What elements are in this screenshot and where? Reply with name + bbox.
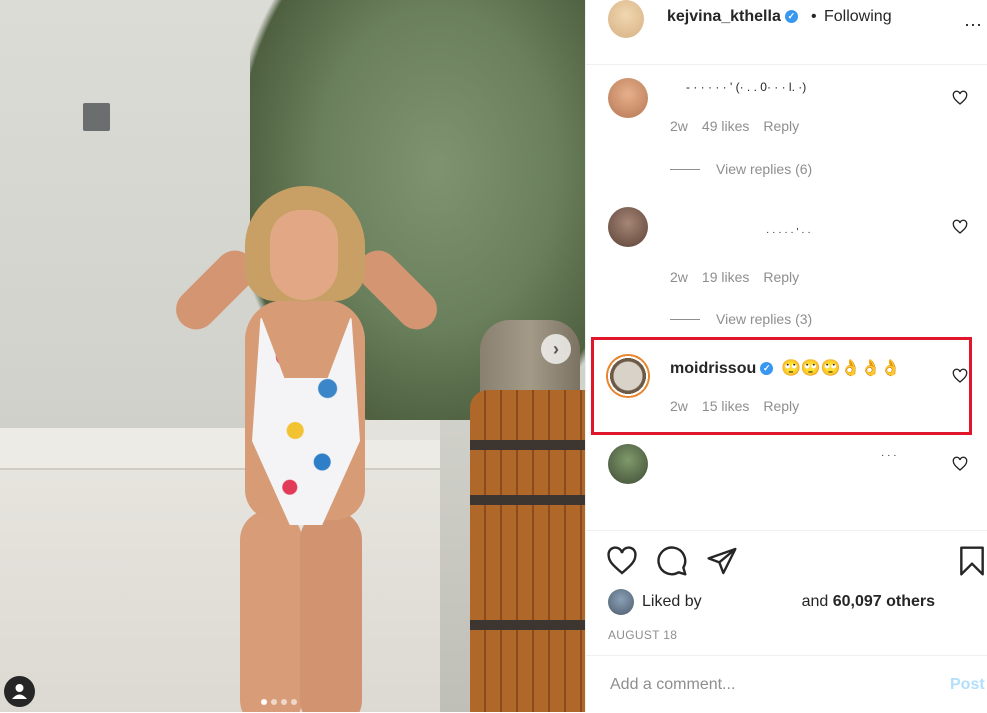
more-options-icon[interactable]: ⋯ <box>964 15 983 36</box>
comment-text: - · · · · · ' (· . . 0· · · l. ·) <box>686 80 807 94</box>
bookmark-icon[interactable] <box>956 545 987 577</box>
commenter-avatar[interactable] <box>606 354 650 398</box>
commenter-avatar[interactable] <box>608 444 648 484</box>
wall-lamp <box>83 103 110 131</box>
replies-line <box>670 318 700 320</box>
reply-button[interactable]: Reply <box>763 118 799 134</box>
liked-by-label: Liked by <box>642 593 702 610</box>
commenter-username-text[interactable]: moidrissou <box>670 360 756 377</box>
comment-like-icon[interactable] <box>952 456 968 472</box>
post-actions <box>586 530 987 591</box>
comment-input[interactable] <box>608 670 912 700</box>
tagged-users-button[interactable] <box>4 676 35 707</box>
carousel-dot <box>281 699 287 705</box>
comment-icon[interactable] <box>656 545 688 577</box>
comment-likes[interactable]: 15 likes <box>702 398 749 414</box>
post-side-panel: kejvina_kthella ✓ • Following ⋯ - · · · ·… <box>585 0 987 712</box>
woman-figure <box>160 180 450 712</box>
reply-button[interactable]: Reply <box>763 398 799 414</box>
carousel-dot <box>271 699 277 705</box>
view-replies-button[interactable]: View replies (3) <box>670 311 812 327</box>
commenter-avatar[interactable] <box>608 78 648 118</box>
carousel-dots <box>261 699 297 705</box>
comment-meta: 2w 49 likes Reply <box>670 118 799 134</box>
comment-time[interactable]: 2w <box>670 269 688 285</box>
liker-avatar[interactable] <box>608 589 634 615</box>
view-replies-label[interactable]: View replies (6) <box>716 161 812 177</box>
carousel-next-button[interactable]: › <box>541 334 571 364</box>
post-comment-button[interactable]: Post <box>950 676 985 694</box>
following-button[interactable]: Following <box>824 8 892 26</box>
comment-text: 🙄🙄🙄👌👌👌 <box>781 360 901 377</box>
reply-button[interactable]: Reply <box>763 269 799 285</box>
face <box>270 210 338 300</box>
view-replies-label[interactable]: View replies (3) <box>716 311 812 327</box>
comment-time[interactable]: 2w <box>670 118 688 134</box>
chevron-right-icon: › <box>553 338 559 359</box>
likes-count[interactable]: 60,097 others <box>833 593 935 611</box>
comment-likes[interactable]: 19 likes <box>702 269 749 285</box>
verified-badge-icon: ✓ <box>760 362 774 376</box>
leg-left <box>240 510 302 712</box>
commenter-username[interactable]: moidrissou ✓ <box>670 360 774 378</box>
owner-username-text[interactable]: kejvina_kthella <box>667 8 781 25</box>
add-comment-bar: Post <box>586 655 987 713</box>
likes-and: and <box>801 593 829 610</box>
header-separator: • <box>811 8 817 25</box>
post-date[interactable]: AUGUST 18 <box>608 628 677 642</box>
carousel-dot <box>291 699 297 705</box>
wooden-barrel <box>470 390 585 712</box>
comment-meta: 2w 19 likes Reply <box>670 269 799 285</box>
comment-like-icon[interactable] <box>952 219 968 235</box>
comment-time[interactable]: 2w <box>670 398 688 414</box>
owner-username[interactable]: kejvina_kthella ✓ <box>667 8 798 26</box>
barrel-band <box>470 620 585 630</box>
commenter-avatar[interactable] <box>608 207 648 247</box>
comment-like-icon[interactable] <box>952 368 968 384</box>
comment-like-icon[interactable] <box>952 90 968 106</box>
post-header: kejvina_kthella ✓ • Following ⋯ <box>586 0 987 65</box>
verified-badge-icon: ✓ <box>784 10 798 24</box>
person-icon <box>12 684 27 699</box>
post-photo[interactable]: › <box>0 0 585 712</box>
liked-by-row: Liked by and 60,097 others <box>608 588 935 616</box>
barrel-band <box>470 440 585 450</box>
barrel-band <box>470 495 585 505</box>
share-icon[interactable] <box>706 545 738 577</box>
comment-likes[interactable]: 49 likes <box>702 118 749 134</box>
carousel-dot <box>261 699 267 705</box>
comment-text: · · · <box>881 450 897 461</box>
leg-right <box>300 510 362 712</box>
view-replies-button[interactable]: View replies (6) <box>670 161 812 177</box>
comment-text: · · · · · ' · · <box>766 227 811 238</box>
highlight-box <box>591 337 972 435</box>
replies-line <box>670 168 700 170</box>
owner-avatar[interactable] <box>608 0 644 38</box>
comment-meta: 2w 15 likes Reply <box>670 398 799 414</box>
heart-icon[interactable] <box>606 545 638 577</box>
